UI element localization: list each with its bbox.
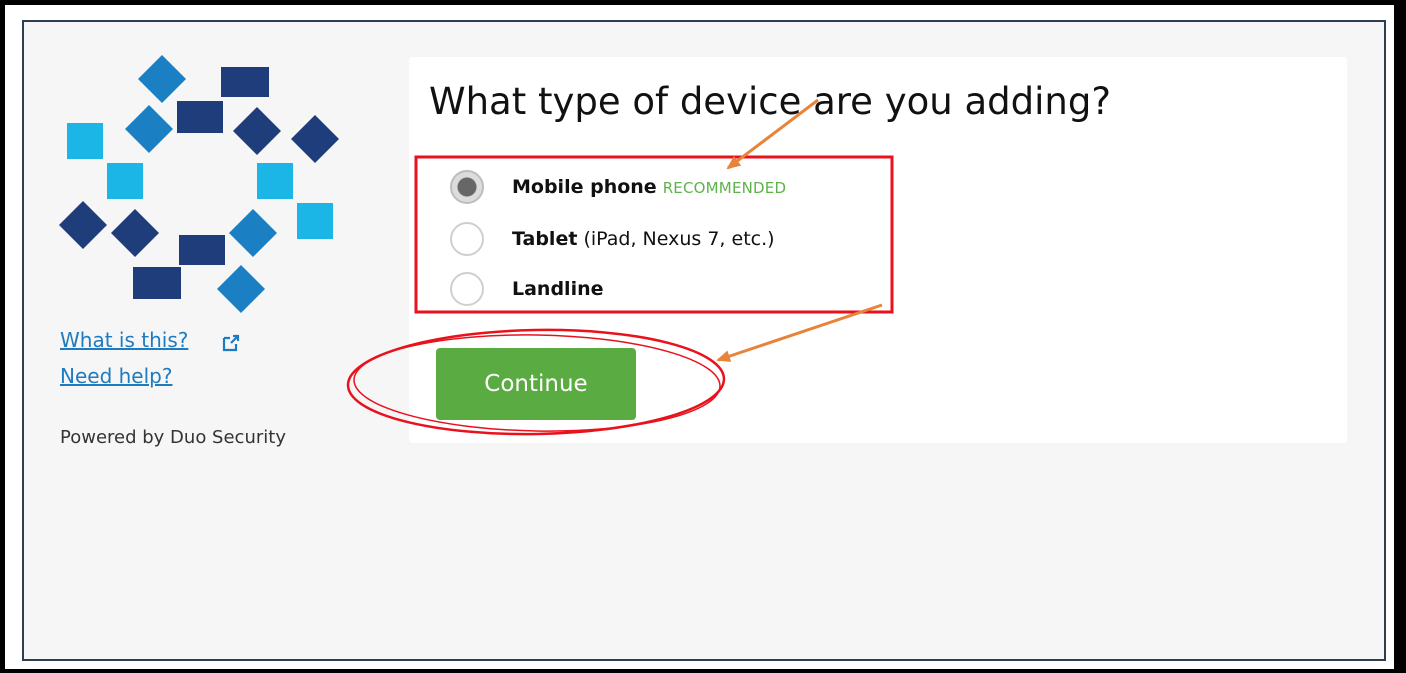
powered-by-text: Powered by Duo Security (60, 427, 286, 448)
duo-logo-icon (59, 55, 339, 313)
option-name: Landline (512, 278, 604, 300)
option-detail: (iPad, Nexus 7, etc.) (577, 228, 775, 250)
radio-button-icon[interactable] (450, 222, 484, 256)
radio-button-icon[interactable] (450, 272, 484, 306)
option-label: Tablet (iPad, Nexus 7, etc.) (512, 228, 775, 250)
recommended-badge: RECOMMENDED (662, 179, 787, 197)
external-link-icon (222, 334, 240, 352)
need-help-link[interactable]: Need help? (60, 364, 172, 388)
page-title: What type of device are you adding? (429, 80, 1111, 123)
continue-button[interactable]: Continue (436, 348, 636, 420)
option-name: Mobile phone (512, 176, 657, 198)
option-label: Landline (512, 278, 604, 300)
what-is-this-link[interactable]: What is this? (60, 328, 188, 352)
option-label: Mobile phone RECOMMENDED (512, 176, 786, 198)
option-name: Tablet (512, 228, 578, 250)
radio-button-icon[interactable] (450, 170, 484, 204)
